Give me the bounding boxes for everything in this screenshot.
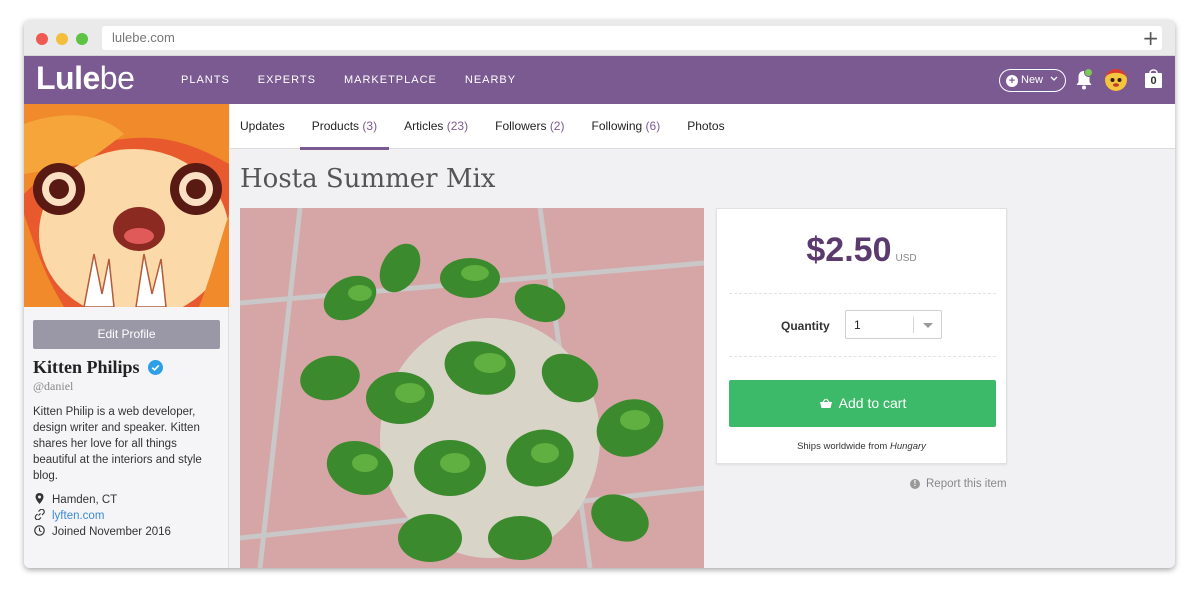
minimize-window-button[interactable] [56, 33, 68, 45]
tab-followers[interactable]: Followers (2) [495, 104, 564, 149]
tab-articles[interactable]: Articles (23) [404, 104, 468, 149]
user-avatar[interactable] [1105, 69, 1127, 91]
add-to-cart-button[interactable]: Add to cart [729, 380, 996, 427]
divider [729, 293, 996, 294]
kitten-illustration [24, 104, 229, 307]
info-icon: ! [910, 479, 920, 489]
report-item-link[interactable]: ! Report this item [910, 478, 1007, 490]
profile-website: lyften.com [33, 508, 104, 523]
basket-icon [819, 398, 832, 408]
quantity-select[interactable]: 1 [845, 310, 942, 339]
notification-indicator [1084, 68, 1093, 77]
nav-links: PLANTS EXPERTS MARKETPLACE NEARBY [181, 56, 544, 104]
profile-handle: @daniel [33, 379, 74, 393]
product-image[interactable] [240, 208, 704, 568]
profile-name-row: Kitten Philips [33, 357, 164, 378]
chevron-down-icon [1050, 76, 1058, 81]
joined-text: Joined November 2016 [52, 526, 171, 538]
new-tab-button[interactable]: + [1142, 26, 1159, 50]
add-to-cart-label: Add to cart [838, 395, 907, 411]
cart-count: 0 [1150, 75, 1157, 87]
dropdown-arrow-icon [923, 323, 933, 328]
website-link[interactable]: lyften.com [52, 510, 104, 522]
price-row: $2.50 USD [717, 231, 1006, 270]
plant-photo [240, 208, 704, 568]
browser-chrome: lulebe.com + [24, 20, 1175, 56]
location-pin-icon [33, 493, 45, 507]
close-window-button[interactable] [36, 33, 48, 45]
location-text: Hamden, CT [52, 494, 118, 506]
shipping-info: Ships worldwide from Hungary [797, 441, 926, 452]
profile-joined: Joined November 2016 [33, 525, 171, 539]
nav-link-plants[interactable]: PLANTS [181, 74, 230, 86]
browser-window: lulebe.com + Lulebe PLANTS EXPERTS MARKE… [24, 20, 1175, 568]
select-divider [913, 317, 914, 333]
tab-photos[interactable]: Photos [687, 104, 724, 149]
address-bar[interactable]: lulebe.com [102, 26, 1162, 50]
quantity-value: 1 [854, 318, 861, 332]
tab-products[interactable]: Products (3) [299, 104, 390, 150]
profile-name: Kitten Philips [33, 357, 140, 377]
new-button[interactable]: + New [999, 69, 1066, 92]
verified-badge-icon [148, 360, 164, 375]
link-icon [33, 508, 45, 523]
ships-from-country: Hungary [890, 441, 926, 452]
nav-link-marketplace[interactable]: MARKETPLACE [344, 74, 437, 86]
profile-tabs: Updates Products (3) Articles (23) Follo… [230, 104, 1175, 150]
profile-location: Hamden, CT [33, 493, 117, 507]
tab-updates[interactable]: Updates [240, 104, 285, 149]
new-button-label: New [1021, 74, 1044, 86]
profile-bio: Kitten Philip is a web developer, design… [33, 406, 202, 482]
quantity-label: Quantity [781, 319, 830, 333]
profile-sidebar: Edit Profile Kitten Philips @daniel Kitt… [24, 104, 229, 568]
nav-link-experts[interactable]: EXPERTS [258, 74, 316, 86]
price-currency: USD [895, 253, 917, 264]
lulebe-logo[interactable]: Lulebe [36, 60, 135, 97]
edit-profile-button[interactable]: Edit Profile [33, 320, 220, 349]
maximize-window-button[interactable] [76, 33, 88, 45]
purchase-card: $2.50 USD Quantity 1 Add to cart Ships wo… [716, 208, 1007, 464]
avatar-face-icon [1105, 69, 1127, 91]
price-amount: $2.50 [806, 231, 892, 269]
profile-cover-image [24, 104, 229, 307]
top-navigation: Lulebe PLANTS EXPERTS MARKETPLACE NEARBY… [24, 56, 1175, 104]
product-title: Hosta Summer Mix [240, 164, 496, 194]
tab-following[interactable]: Following (6) [591, 104, 660, 149]
clock-icon [33, 525, 45, 539]
divider [729, 356, 996, 357]
report-label: Report this item [926, 478, 1007, 490]
plus-icon: + [1006, 75, 1018, 87]
nav-link-nearby[interactable]: NEARBY [465, 74, 516, 86]
